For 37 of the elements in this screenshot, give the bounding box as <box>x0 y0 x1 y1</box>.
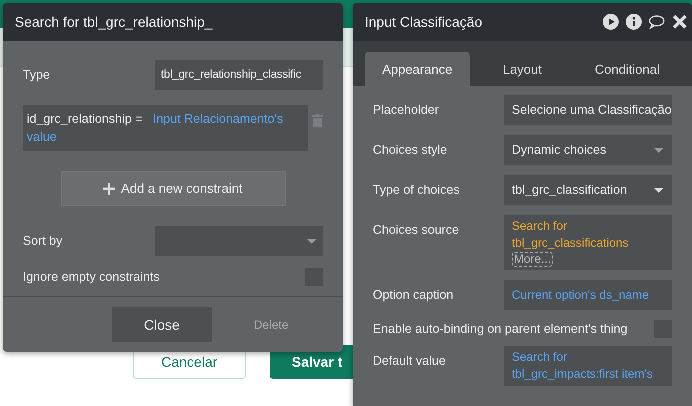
play-icon[interactable] <box>603 14 619 30</box>
more-link[interactable]: More... <box>512 252 554 267</box>
tab[interactable]: Conditional <box>575 52 680 86</box>
comment-icon[interactable] <box>649 14 665 30</box>
tab[interactable]: Appearance <box>365 52 470 86</box>
field-label: Type <box>23 68 50 82</box>
close-button[interactable]: Close <box>112 307 212 342</box>
panel-title: Search for tbl_grc_relationship_ <box>15 14 213 30</box>
property-label: Type of choices <box>373 182 460 197</box>
expression-text: Search for tbl_grc_classifications <box>512 218 630 252</box>
close-icon[interactable] <box>672 14 688 30</box>
caret-icon <box>307 238 317 244</box>
constraint-field[interactable]: id_grc_relationship = Input Relacionamento's value <box>23 105 308 151</box>
caret-icon <box>654 188 664 192</box>
expression-field[interactable]: Search for tbl_grc_impacts:first item's <box>504 346 672 386</box>
property-label: Enable auto-binding on parent element's thing <box>373 322 628 336</box>
property-label: Choices style <box>373 142 448 157</box>
type-field[interactable]: tbl_grc_relationship_classific <box>155 60 323 90</box>
dropdown[interactable]: tbl_grc_classification <box>504 175 672 205</box>
property-label: Default value <box>373 353 446 368</box>
dropdown[interactable]: Dynamic choices <box>504 135 672 165</box>
expression-field[interactable]: Search for tbl_grc_classifications More... <box>504 215 672 270</box>
property-label: Choices source <box>373 222 460 237</box>
caret-icon <box>654 148 664 152</box>
expression-text: Search for tbl_grc_impacts:first item's <box>512 349 654 383</box>
checkbox-label: Ignore empty constraints <box>23 270 160 284</box>
field-label: Sort by <box>23 234 63 248</box>
expression-field[interactable]: Current option's ds_name <box>504 280 672 310</box>
info-icon[interactable] <box>626 14 642 30</box>
property-label: Option caption <box>373 287 454 302</box>
tab[interactable]: Layout <box>470 52 575 86</box>
add-constraint-button[interactable]: Add a new constraint <box>60 171 286 206</box>
property-label: Placeholder <box>373 102 440 117</box>
expression-text: Current option's ds_name <box>512 286 650 304</box>
text-field[interactable]: Selecione uma Classificação <box>504 95 672 125</box>
plus-icon <box>103 182 116 194</box>
panel-title: Input Classificação <box>365 14 483 30</box>
